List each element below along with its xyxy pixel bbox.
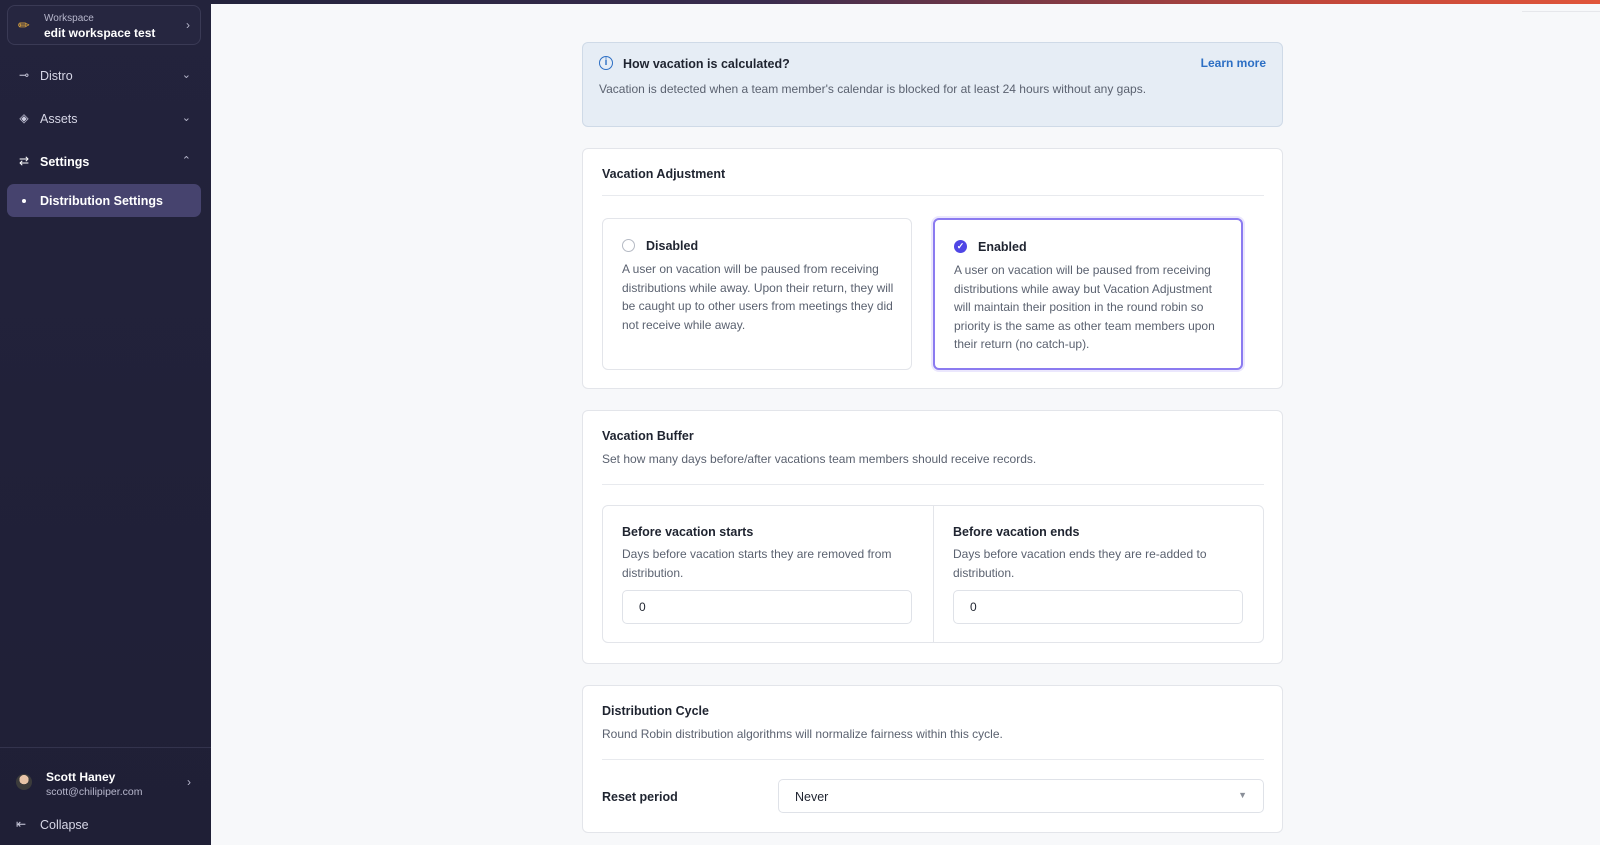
vacation-buffer-card: Vacation Buffer Set how many days before… xyxy=(582,410,1283,664)
before-start-section: Before vacation starts Days before vacat… xyxy=(603,506,934,642)
field-help: Days before vacation ends they are re-ad… xyxy=(953,547,1207,580)
field-help: Days before vacation starts they are rem… xyxy=(622,547,892,580)
sidebar-item-label: Distro xyxy=(40,69,73,83)
divider xyxy=(602,195,1264,196)
chevron-up-icon: ⌃ xyxy=(181,155,191,167)
pencil-icon: ✏ xyxy=(18,17,30,33)
user-name: Scott Haney xyxy=(46,770,116,784)
layers-icon: ◈ xyxy=(19,111,29,125)
caret-down-icon: ▼ xyxy=(1238,790,1247,800)
vacation-adjustment-card: Vacation Adjustment Disabled A user on v… xyxy=(582,148,1283,389)
sidebar-item-label: Settings xyxy=(40,155,90,169)
chevron-down-icon: ⌄ xyxy=(181,112,191,124)
field-title: Before vacation starts xyxy=(622,525,754,539)
radio-unchecked-icon xyxy=(622,239,635,252)
distribution-cycle-card: Distribution Cycle Round Robin distribut… xyxy=(582,685,1283,833)
sidebar-item-assets[interactable]: ◈ Assets ⌄ xyxy=(7,102,201,136)
avatar xyxy=(16,774,32,790)
distro-icon: ⊸ xyxy=(18,68,30,82)
radio-checked-icon: ✓ xyxy=(954,240,967,253)
card-title: Vacation Buffer xyxy=(602,429,694,443)
sidebar: ✏ Workspace edit workspace test › ⊸ Dist… xyxy=(0,0,211,845)
workspace-label: Workspace xyxy=(44,13,94,24)
card-title: Vacation Adjustment xyxy=(602,167,726,181)
before-end-section: Before vacation ends Days before vacatio… xyxy=(933,506,1264,642)
sliders-icon: ⇄ xyxy=(18,154,30,168)
card-title: Distribution Cycle xyxy=(602,704,709,718)
user-menu[interactable]: Scott Haney scott@chilipiper.com › xyxy=(7,762,201,802)
chevron-down-icon: ⌄ xyxy=(181,69,191,81)
collapse-icon: ⇤ xyxy=(16,817,27,831)
option-title: Disabled xyxy=(646,239,699,253)
sidebar-item-distribution-settings[interactable]: Distribution Settings xyxy=(7,184,201,217)
option-title: Enabled xyxy=(978,240,1027,254)
option-disabled[interactable]: Disabled A user on vacation will be paus… xyxy=(602,218,912,370)
info-title: How vacation is calculated? xyxy=(623,57,790,71)
before-start-input[interactable] xyxy=(622,590,912,624)
card-description: Set how many days before/after vacations… xyxy=(602,452,1037,466)
divider xyxy=(602,759,1264,760)
reset-period-select[interactable]: Never ▼ xyxy=(778,779,1264,813)
info-icon: i xyxy=(599,56,613,70)
field-title: Before vacation ends xyxy=(953,525,1080,539)
user-email: scott@chilipiper.com xyxy=(46,786,143,798)
reset-period-label: Reset period xyxy=(602,790,678,804)
sidebar-divider xyxy=(0,747,211,748)
card-description: Round Robin distribution algorithms will… xyxy=(602,727,1003,741)
option-text: A user on vacation will be paused from r… xyxy=(954,263,1215,351)
learn-more-link[interactable]: Learn more xyxy=(1201,56,1266,70)
scroll-indicator xyxy=(1522,4,1600,12)
chevron-right-icon: › xyxy=(187,775,191,789)
bullet-icon xyxy=(22,199,26,203)
chevron-right-icon: › xyxy=(186,18,190,32)
sidebar-item-distro[interactable]: ⊸ Distro ⌄ xyxy=(7,59,201,93)
option-text: A user on vacation will be paused from r… xyxy=(622,262,894,332)
info-banner: i How vacation is calculated? Learn more… xyxy=(582,42,1283,127)
info-text: Vacation is detected when a team member'… xyxy=(599,82,1147,96)
before-end-input[interactable] xyxy=(953,590,1243,624)
sidebar-item-label: Distribution Settings xyxy=(40,194,163,208)
divider xyxy=(602,484,1264,485)
option-enabled[interactable]: ✓ Enabled A user on vacation will be pau… xyxy=(933,218,1243,370)
sidebar-item-label: Assets xyxy=(40,112,78,126)
collapse-button[interactable]: ⇤ Collapse xyxy=(7,812,201,838)
select-value: Never xyxy=(795,790,829,804)
buffer-fields: Before vacation starts Days before vacat… xyxy=(602,505,1264,643)
sidebar-item-settings[interactable]: ⇄ Settings ⌃ xyxy=(7,145,201,179)
collapse-label: Collapse xyxy=(40,818,89,832)
workspace-switcher[interactable]: ✏ Workspace edit workspace test › xyxy=(7,5,201,45)
workspace-name: edit workspace test xyxy=(44,26,156,40)
